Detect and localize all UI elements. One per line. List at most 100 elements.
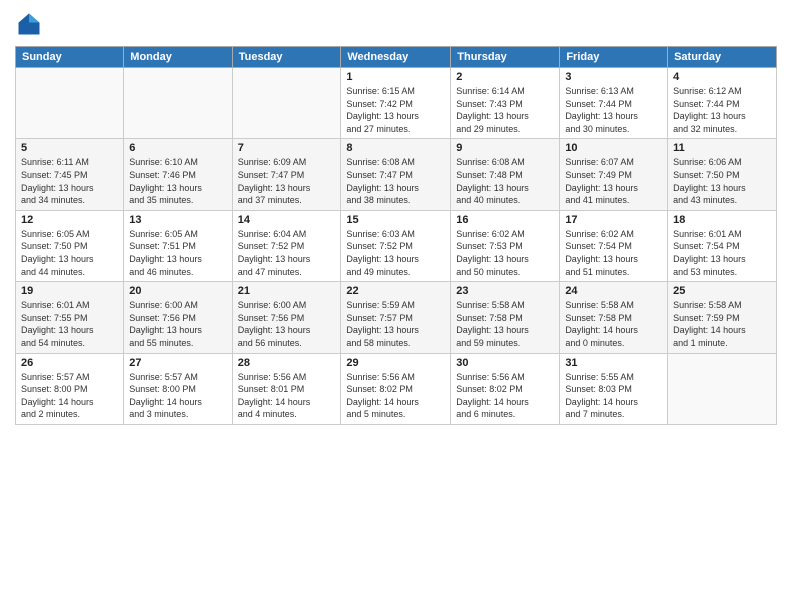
day-number: 2 (456, 71, 554, 83)
header (15, 10, 777, 38)
day-info: Sunrise: 6:14 AM Sunset: 7:43 PM Dayligh… (456, 85, 554, 135)
day-info: Sunrise: 5:58 AM Sunset: 7:59 PM Dayligh… (673, 299, 771, 349)
day-number: 24 (565, 285, 662, 297)
calendar-cell (124, 68, 232, 139)
weekday-header-tuesday: Tuesday (232, 47, 341, 68)
day-info: Sunrise: 5:57 AM Sunset: 8:00 PM Dayligh… (21, 371, 118, 421)
day-number: 3 (565, 71, 662, 83)
calendar-cell: 19 Sunrise: 6:01 AM Sunset: 7:55 PM Dayli… (16, 282, 124, 353)
calendar-cell: 6 Sunrise: 6:10 AM Sunset: 7:46 PM Daylig… (124, 139, 232, 210)
calendar-cell: 20Sunrise: 6:00 AM Sunset: 7:56 PM Dayli… (124, 282, 232, 353)
logo (15, 10, 47, 38)
calendar-cell (232, 68, 341, 139)
day-info: Sunrise: 6:04 AM Sunset: 7:52 PM Dayligh… (238, 228, 336, 278)
calendar-cell: 23 Sunrise: 5:58 AM Sunset: 7:58 PM Dayli… (451, 282, 560, 353)
day-number: 26 (21, 357, 118, 369)
day-number: 23 (456, 285, 554, 297)
day-number: 18 (673, 214, 771, 226)
day-info: Sunrise: 6:12 AM Sunset: 7:44 PM Dayligh… (673, 85, 771, 135)
day-info: Sunrise: 6:00 AM Sunset: 7:56 PM Dayligh… (238, 299, 336, 349)
calendar-cell: 29Sunrise: 5:56 AM Sunset: 8:02 PM Dayli… (341, 353, 451, 424)
day-info: Sunrise: 6:06 AM Sunset: 7:50 PM Dayligh… (673, 156, 771, 206)
weekday-header-wednesday: Wednesday (341, 47, 451, 68)
day-info: Sunrise: 6:05 AM Sunset: 7:50 PM Dayligh… (21, 228, 118, 278)
day-number: 31 (565, 357, 662, 369)
calendar-cell: 31 Sunrise: 5:55 AM Sunset: 8:03 PM Dayli… (560, 353, 668, 424)
calendar-cell: 15Sunrise: 6:03 AM Sunset: 7:52 PM Dayli… (341, 210, 451, 281)
page: SundayMondayTuesdayWednesdayThursdayFrid… (0, 0, 792, 612)
day-number: 10 (565, 142, 662, 154)
day-number: 9 (456, 142, 554, 154)
day-info: Sunrise: 5:59 AM Sunset: 7:57 PM Dayligh… (346, 299, 445, 349)
calendar-cell: 18 Sunrise: 6:01 AM Sunset: 7:54 PM Dayli… (668, 210, 777, 281)
calendar-cell: 3Sunrise: 6:13 AM Sunset: 7:44 PM Daylig… (560, 68, 668, 139)
week-row-2: 5 Sunrise: 6:11 AM Sunset: 7:45 PM Daylig… (16, 139, 777, 210)
day-info: Sunrise: 6:01 AM Sunset: 7:54 PM Dayligh… (673, 228, 771, 278)
week-row-1: 1 Sunrise: 6:15 AM Sunset: 7:42 PM Daylig… (16, 68, 777, 139)
week-row-4: 19 Sunrise: 6:01 AM Sunset: 7:55 PM Dayli… (16, 282, 777, 353)
day-number: 27 (129, 357, 226, 369)
calendar-cell: 1 Sunrise: 6:15 AM Sunset: 7:42 PM Daylig… (341, 68, 451, 139)
day-number: 1 (346, 71, 445, 83)
day-info: Sunrise: 6:11 AM Sunset: 7:45 PM Dayligh… (21, 156, 118, 206)
day-number: 13 (129, 214, 226, 226)
day-number: 5 (21, 142, 118, 154)
weekday-header-thursday: Thursday (451, 47, 560, 68)
day-number: 6 (129, 142, 226, 154)
calendar-cell: 7 Sunrise: 6:09 AM Sunset: 7:47 PM Daylig… (232, 139, 341, 210)
weekday-header-sunday: Sunday (16, 47, 124, 68)
day-number: 25 (673, 285, 771, 297)
calendar-cell: 12 Sunrise: 6:05 AM Sunset: 7:50 PM Dayli… (16, 210, 124, 281)
calendar-cell (16, 68, 124, 139)
calendar-cell: 11 Sunrise: 6:06 AM Sunset: 7:50 PM Dayli… (668, 139, 777, 210)
calendar-cell: 17 Sunrise: 6:02 AM Sunset: 7:54 PM Dayli… (560, 210, 668, 281)
day-number: 22 (346, 285, 445, 297)
calendar-cell: 24 Sunrise: 5:58 AM Sunset: 7:58 PM Dayli… (560, 282, 668, 353)
day-info: Sunrise: 6:09 AM Sunset: 7:47 PM Dayligh… (238, 156, 336, 206)
day-info: Sunrise: 6:02 AM Sunset: 7:54 PM Dayligh… (565, 228, 662, 278)
day-number: 11 (673, 142, 771, 154)
calendar-cell: 28Sunrise: 5:56 AM Sunset: 8:01 PM Dayli… (232, 353, 341, 424)
calendar-table: SundayMondayTuesdayWednesdayThursdayFrid… (15, 46, 777, 425)
day-number: 7 (238, 142, 336, 154)
day-number: 16 (456, 214, 554, 226)
calendar-cell: 22 Sunrise: 5:59 AM Sunset: 7:57 PM Dayli… (341, 282, 451, 353)
calendar-cell: 26 Sunrise: 5:57 AM Sunset: 8:00 PM Dayli… (16, 353, 124, 424)
day-info: Sunrise: 5:58 AM Sunset: 7:58 PM Dayligh… (565, 299, 662, 349)
week-row-3: 12 Sunrise: 6:05 AM Sunset: 7:50 PM Dayli… (16, 210, 777, 281)
calendar-cell: 30 Sunrise: 5:56 AM Sunset: 8:02 PM Dayli… (451, 353, 560, 424)
day-number: 17 (565, 214, 662, 226)
day-info: Sunrise: 6:07 AM Sunset: 7:49 PM Dayligh… (565, 156, 662, 206)
day-number: 8 (346, 142, 445, 154)
day-info: Sunrise: 6:10 AM Sunset: 7:46 PM Dayligh… (129, 156, 226, 206)
calendar-cell: 2 Sunrise: 6:14 AM Sunset: 7:43 PM Daylig… (451, 68, 560, 139)
day-info: Sunrise: 5:57 AM Sunset: 8:00 PM Dayligh… (129, 371, 226, 421)
calendar-cell: 10 Sunrise: 6:07 AM Sunset: 7:49 PM Dayli… (560, 139, 668, 210)
day-info: Sunrise: 5:58 AM Sunset: 7:58 PM Dayligh… (456, 299, 554, 349)
day-info: Sunrise: 5:56 AM Sunset: 8:02 PM Dayligh… (456, 371, 554, 421)
day-info: Sunrise: 5:56 AM Sunset: 8:02 PM Dayligh… (346, 371, 445, 421)
calendar-cell: 16 Sunrise: 6:02 AM Sunset: 7:53 PM Dayli… (451, 210, 560, 281)
logo-icon (15, 10, 43, 38)
day-number: 19 (21, 285, 118, 297)
calendar-cell: 14 Sunrise: 6:04 AM Sunset: 7:52 PM Dayli… (232, 210, 341, 281)
calendar-cell (668, 353, 777, 424)
day-info: Sunrise: 6:05 AM Sunset: 7:51 PM Dayligh… (129, 228, 226, 278)
day-info: Sunrise: 6:00 AM Sunset: 7:56 PM Dayligh… (129, 299, 226, 349)
weekday-header-monday: Monday (124, 47, 232, 68)
day-number: 14 (238, 214, 336, 226)
day-number: 12 (21, 214, 118, 226)
day-number: 30 (456, 357, 554, 369)
calendar-cell: 27 Sunrise: 5:57 AM Sunset: 8:00 PM Dayli… (124, 353, 232, 424)
day-info: Sunrise: 6:15 AM Sunset: 7:42 PM Dayligh… (346, 85, 445, 135)
calendar-cell: 8 Sunrise: 6:08 AM Sunset: 7:47 PM Daylig… (341, 139, 451, 210)
calendar-cell: 9Sunrise: 6:08 AM Sunset: 7:48 PM Daylig… (451, 139, 560, 210)
calendar-cell: 4 Sunrise: 6:12 AM Sunset: 7:44 PM Daylig… (668, 68, 777, 139)
day-info: Sunrise: 5:55 AM Sunset: 8:03 PM Dayligh… (565, 371, 662, 421)
day-number: 4 (673, 71, 771, 83)
day-info: Sunrise: 6:02 AM Sunset: 7:53 PM Dayligh… (456, 228, 554, 278)
day-info: Sunrise: 6:08 AM Sunset: 7:47 PM Dayligh… (346, 156, 445, 206)
day-info: Sunrise: 6:01 AM Sunset: 7:55 PM Dayligh… (21, 299, 118, 349)
day-number: 28 (238, 357, 336, 369)
day-info: Sunrise: 6:03 AM Sunset: 7:52 PM Dayligh… (346, 228, 445, 278)
